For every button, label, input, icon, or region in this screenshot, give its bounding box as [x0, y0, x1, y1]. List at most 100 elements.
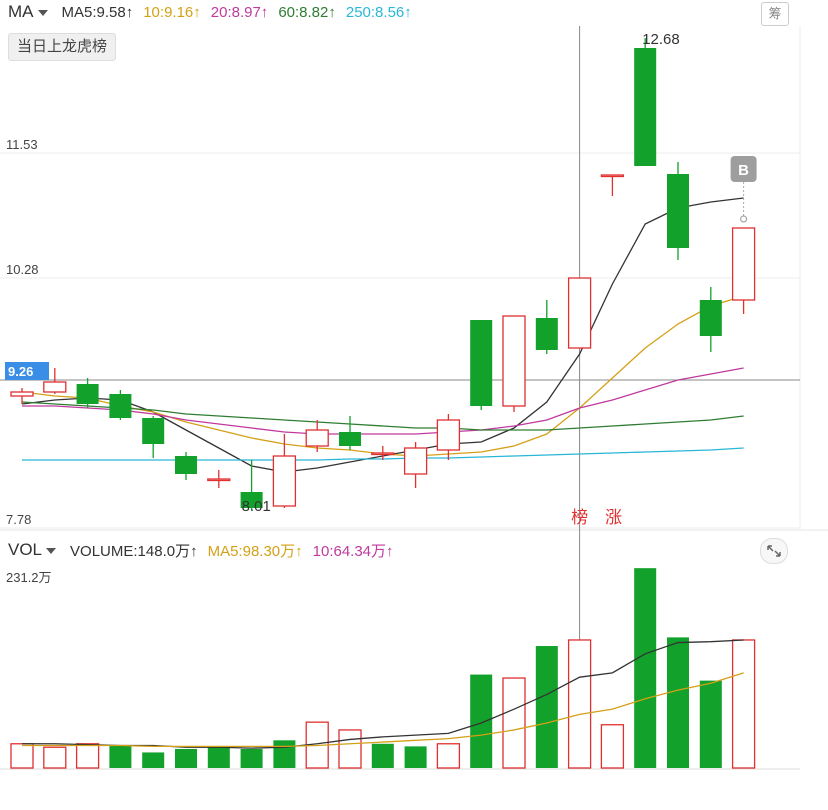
- candle-body: [76, 384, 99, 404]
- candle-body: [175, 456, 197, 474]
- volume-bars: [0, 568, 800, 770]
- candle: [76, 378, 99, 408]
- volume-bar: [75, 743, 100, 769]
- ma-value-3: 60:8.82↑: [278, 3, 336, 21]
- candle: [470, 320, 493, 410]
- volume-bar: [470, 674, 493, 768]
- volume-bar: [667, 637, 689, 768]
- candle-body: [109, 394, 132, 418]
- chart-frame: 11.53 10.28 7.78 9.26 12.68 8.01 B 榜涨 231.2万: [0, 26, 828, 770]
- candle: [535, 300, 558, 354]
- buy-marker-dot: [740, 215, 748, 223]
- volume-labels: 231.2万: [6, 570, 52, 585]
- candle-body: [470, 320, 493, 406]
- volume-bar: [10, 743, 34, 769]
- ma-values: MA5:9.58↑ 10:9.16↑ 20:8.97↑ 60:8.82↑ 250:8.5…: [62, 4, 422, 21]
- candle-body: [339, 432, 361, 446]
- volume-bar: [142, 752, 165, 768]
- list-marker: 榜: [571, 508, 588, 527]
- high-price-label: 12.68: [642, 31, 680, 48]
- candle-body: [600, 174, 625, 178]
- low-price-label: 8.01: [242, 498, 271, 515]
- volume-bar: [109, 745, 132, 768]
- volume-bar: [240, 748, 263, 768]
- volume-bar: [43, 746, 67, 769]
- ma-value-1: 10:9.16↑: [143, 3, 201, 21]
- candle-body: [535, 318, 558, 350]
- main-indicator-name: MA: [8, 2, 34, 21]
- candle: [731, 227, 756, 314]
- volume-bar: [600, 724, 625, 769]
- candle-body: [699, 300, 722, 336]
- volume-bar: [207, 747, 230, 768]
- candle-body: [371, 452, 395, 456]
- volume-value-1: MA5:98.30万↑: [207, 542, 303, 560]
- volume-bar: [699, 680, 722, 768]
- ma-line-ma5: [21, 197, 744, 473]
- candle-body: [272, 455, 297, 507]
- candle: [567, 277, 592, 349]
- volume-value-2: 10:64.34万↑: [312, 542, 394, 560]
- buy-marker-label: B: [738, 162, 749, 179]
- volume-value-0: VOLUME:148.0万↑: [70, 542, 198, 560]
- current-price-label: 9.26: [8, 364, 33, 379]
- candle: [109, 390, 132, 420]
- candle-body: [436, 419, 461, 451]
- volume-bar: [634, 568, 657, 768]
- volume-bar: [371, 743, 394, 768]
- ma-value-4: 250:8.56↑: [345, 3, 412, 21]
- limit-up-marker: 涨: [605, 508, 622, 527]
- volume-bar: [436, 743, 461, 769]
- dragon-tiger-list-button[interactable]: 当日上龙虎榜: [8, 33, 117, 61]
- volume-indicator-name: VOL: [8, 540, 43, 559]
- candle-body: [731, 227, 756, 301]
- candle: [634, 38, 657, 166]
- y-axis-label: 7.78: [6, 512, 31, 527]
- y-axis-label: 10.28: [6, 262, 39, 277]
- candle-body: [207, 478, 231, 482]
- chevron-down-icon: [46, 548, 57, 554]
- candle: [699, 287, 722, 352]
- candles: [10, 38, 756, 510]
- candle: [175, 452, 197, 480]
- candle: [600, 174, 625, 196]
- candle: [667, 162, 689, 260]
- volume-bar: [175, 748, 197, 768]
- main-indicator-header: MA MA5:9.58↑ 10:9.16↑ 20:8.97↑ 60:8.82↑ 250:…: [0, 1, 422, 23]
- candle: [10, 388, 34, 404]
- candle: [339, 416, 361, 450]
- chip-distribution-button[interactable]: 筹: [761, 2, 789, 26]
- volume-y-axis-label: 231.2万: [6, 570, 52, 585]
- volume-bar: [731, 639, 756, 769]
- ma-lines: [21, 197, 744, 473]
- volume-indicator-header: VOL VOLUME:148.0万↑ MA5:98.30万↑ 10:64.34万↑: [0, 539, 404, 561]
- volume-indicator-selector[interactable]: VOL: [8, 540, 57, 560]
- candle: [207, 470, 231, 488]
- candle: [502, 315, 526, 412]
- candle: [403, 442, 428, 488]
- candle-body: [43, 381, 67, 393]
- chevron-down-icon: [37, 10, 48, 16]
- main-indicator-selector[interactable]: MA: [8, 2, 48, 22]
- volume-bar: [404, 746, 427, 768]
- expand-icon: [767, 545, 781, 557]
- candle-body: [10, 391, 34, 397]
- volume-bar: [273, 740, 296, 768]
- volume-bar: [338, 729, 362, 769]
- ma-line-ma10: [21, 295, 744, 457]
- expand-button[interactable]: [760, 538, 788, 564]
- candle-body: [567, 277, 592, 349]
- y-axis-label: 11.53: [6, 137, 38, 152]
- candle-body: [502, 315, 526, 407]
- candle-body: [634, 48, 657, 166]
- volume-values: VOLUME:148.0万↑ MA5:98.30万↑ 10:64.34万↑: [70, 540, 404, 561]
- candle-body: [142, 418, 165, 444]
- volume-bar: [535, 646, 558, 768]
- candle: [142, 416, 165, 458]
- candle-body: [305, 429, 329, 447]
- ma-value-2: 20:8.97↑: [210, 3, 269, 21]
- ma-value-0: MA5:9.58↑: [61, 3, 134, 21]
- volume-bar: [502, 677, 526, 769]
- candle-body: [667, 174, 689, 248]
- volume-bar: [567, 639, 592, 769]
